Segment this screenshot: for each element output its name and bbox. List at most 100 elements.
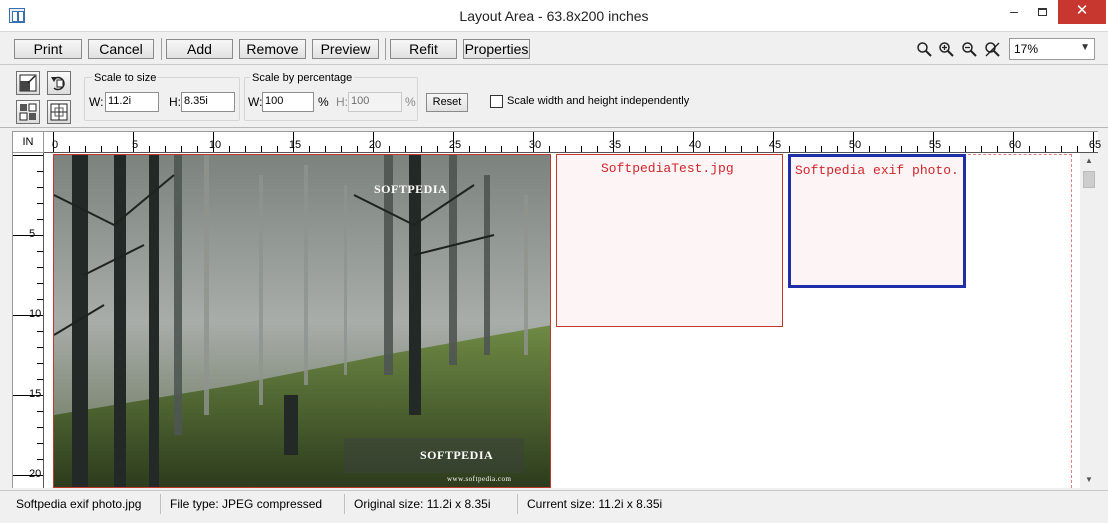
status-current-size: Current size: 11.2i x 8.35i: [527, 497, 663, 511]
ruler-tick: [37, 379, 43, 380]
ruler-tick: [741, 146, 742, 152]
zoom-in-icon[interactable]: [938, 41, 955, 58]
pct-height-unit: %: [405, 95, 416, 109]
ruler-tick: [197, 146, 198, 152]
ruler-tick: [981, 146, 982, 152]
ruler-tick: [789, 146, 790, 152]
resize-icon: [19, 74, 37, 92]
reset-button[interactable]: Reset: [426, 93, 468, 112]
ruler-tick: [469, 146, 470, 152]
scroll-thumb[interactable]: [1083, 171, 1095, 188]
ruler-unit: IN: [12, 131, 44, 153]
ruler-tick: [37, 267, 43, 268]
ruler-label: 5: [131, 139, 139, 151]
ruler-label: 25: [448, 139, 462, 151]
properties-button[interactable]: Properties: [463, 39, 530, 59]
ruler-tick: [1077, 146, 1078, 152]
ruler-tick: [325, 146, 326, 152]
status-separator: [160, 494, 161, 514]
placeholder-label: Softpedia exif photo.: [795, 163, 959, 178]
ruler-tick: [181, 146, 182, 152]
pct-width-input[interactable]: 100: [262, 92, 314, 112]
ruler-tick: [565, 146, 566, 152]
ruler-label: 0: [51, 139, 59, 151]
ruler-tick: [661, 146, 662, 152]
scale-tool-button[interactable]: [16, 71, 40, 95]
ruler-tick: [277, 146, 278, 152]
forest-photo: [54, 155, 550, 487]
print-button[interactable]: Print: [14, 39, 82, 59]
ruler-tick: [13, 155, 43, 156]
ruler-tick: [37, 427, 43, 428]
ruler-tick: [917, 146, 918, 152]
scroll-down-icon[interactable]: ▼: [1080, 472, 1098, 488]
ruler-tick: [37, 331, 43, 332]
vertical-ruler: 5 10 15 20: [12, 153, 44, 488]
width-label: W:: [89, 95, 104, 109]
ruler-tick: [149, 146, 150, 152]
layout-canvas[interactable]: SOFTPEDIA SOFTPEDIA www.softpedia.com So…: [44, 153, 1098, 488]
toolbar-separator: [161, 38, 162, 60]
ruler-tick: [37, 459, 43, 460]
rotate-icon: [51, 76, 65, 91]
status-bar: Softpedia exif photo.jpg File type: JPEG…: [0, 490, 1108, 523]
placeholder-label: SoftpediaTest.jpg: [601, 161, 734, 176]
refit-button[interactable]: Refit: [390, 39, 457, 59]
ruler-tick: [901, 146, 902, 152]
cancel-button[interactable]: Cancel: [88, 39, 154, 59]
ruler-tick: [389, 146, 390, 152]
pct-width-unit: %: [318, 95, 329, 109]
vertical-scrollbar[interactable]: ▲ ▼: [1080, 153, 1098, 488]
rotate-button[interactable]: [47, 71, 71, 95]
pct-height-label: H:: [336, 95, 348, 109]
ruler-tick: [869, 146, 870, 152]
ruler-label: 20: [368, 139, 382, 151]
scroll-up-icon[interactable]: ▲: [1080, 153, 1098, 169]
ruler-tick: [1045, 146, 1046, 152]
close-button[interactable]: ✕: [1058, 0, 1106, 24]
ruler-label: 10: [29, 308, 42, 320]
photo-item[interactable]: SOFTPEDIA SOFTPEDIA www.softpedia.com: [53, 154, 551, 488]
ruler-tick: [965, 146, 966, 152]
ruler-label: 15: [29, 388, 42, 400]
preview-button[interactable]: Preview: [312, 39, 379, 59]
image-placeholder-exif-selected[interactable]: Softpedia exif photo.: [788, 154, 966, 288]
zoom-out-icon[interactable]: [961, 41, 978, 58]
layout-grid-button[interactable]: [16, 100, 40, 124]
ruler-label: 30: [528, 139, 542, 151]
image-placeholder-softpediatest[interactable]: SoftpediaTest.jpg: [556, 154, 783, 327]
ruler-tick: [37, 171, 43, 172]
ruler-tick: [37, 187, 43, 188]
width-input[interactable]: 11.2i: [105, 92, 159, 112]
zoom-select[interactable]: 17% ▼: [1009, 38, 1095, 60]
pct-height-input[interactable]: 100: [348, 92, 402, 112]
remove-button[interactable]: Remove: [239, 39, 306, 59]
ruler-tick: [885, 146, 886, 152]
ruler-tick: [37, 411, 43, 412]
ruler-tick: [37, 363, 43, 364]
ruler-tick: [357, 146, 358, 152]
ruler-tick: [13, 235, 43, 236]
photo-watermark-bottom: SOFTPEDIA: [420, 448, 494, 462]
toolbar: Print Cancel Add Remove Preview Refit Pr…: [0, 33, 1108, 65]
ruler-tick: [421, 146, 422, 152]
zoom-select-tool-icon[interactable]: [984, 41, 1001, 58]
properties-panel: Scale to size W: 11.2i H: 8.35i Scale by…: [0, 66, 1108, 128]
height-input[interactable]: 8.35i: [181, 92, 235, 112]
ruler-tick: [101, 146, 102, 152]
ruler-tick: [629, 146, 630, 152]
ruler-tick: [725, 146, 726, 152]
zoom-fit-icon[interactable]: [916, 41, 933, 58]
scale-by-percentage-legend: Scale by percentage: [250, 72, 355, 84]
ruler-tick: [837, 146, 838, 152]
ruler-tick: [821, 146, 822, 152]
minimize-button[interactable]: –: [1000, 0, 1028, 24]
maximize-button[interactable]: [1028, 0, 1056, 24]
center-button[interactable]: [47, 100, 71, 124]
ruler-tick: [501, 146, 502, 152]
ruler-tick: [597, 146, 598, 152]
scale-independently-checkbox[interactable]: [490, 95, 503, 108]
add-button[interactable]: Add: [166, 39, 233, 59]
ruler-label: 60: [1008, 139, 1022, 151]
ruler-tick: [37, 347, 43, 348]
